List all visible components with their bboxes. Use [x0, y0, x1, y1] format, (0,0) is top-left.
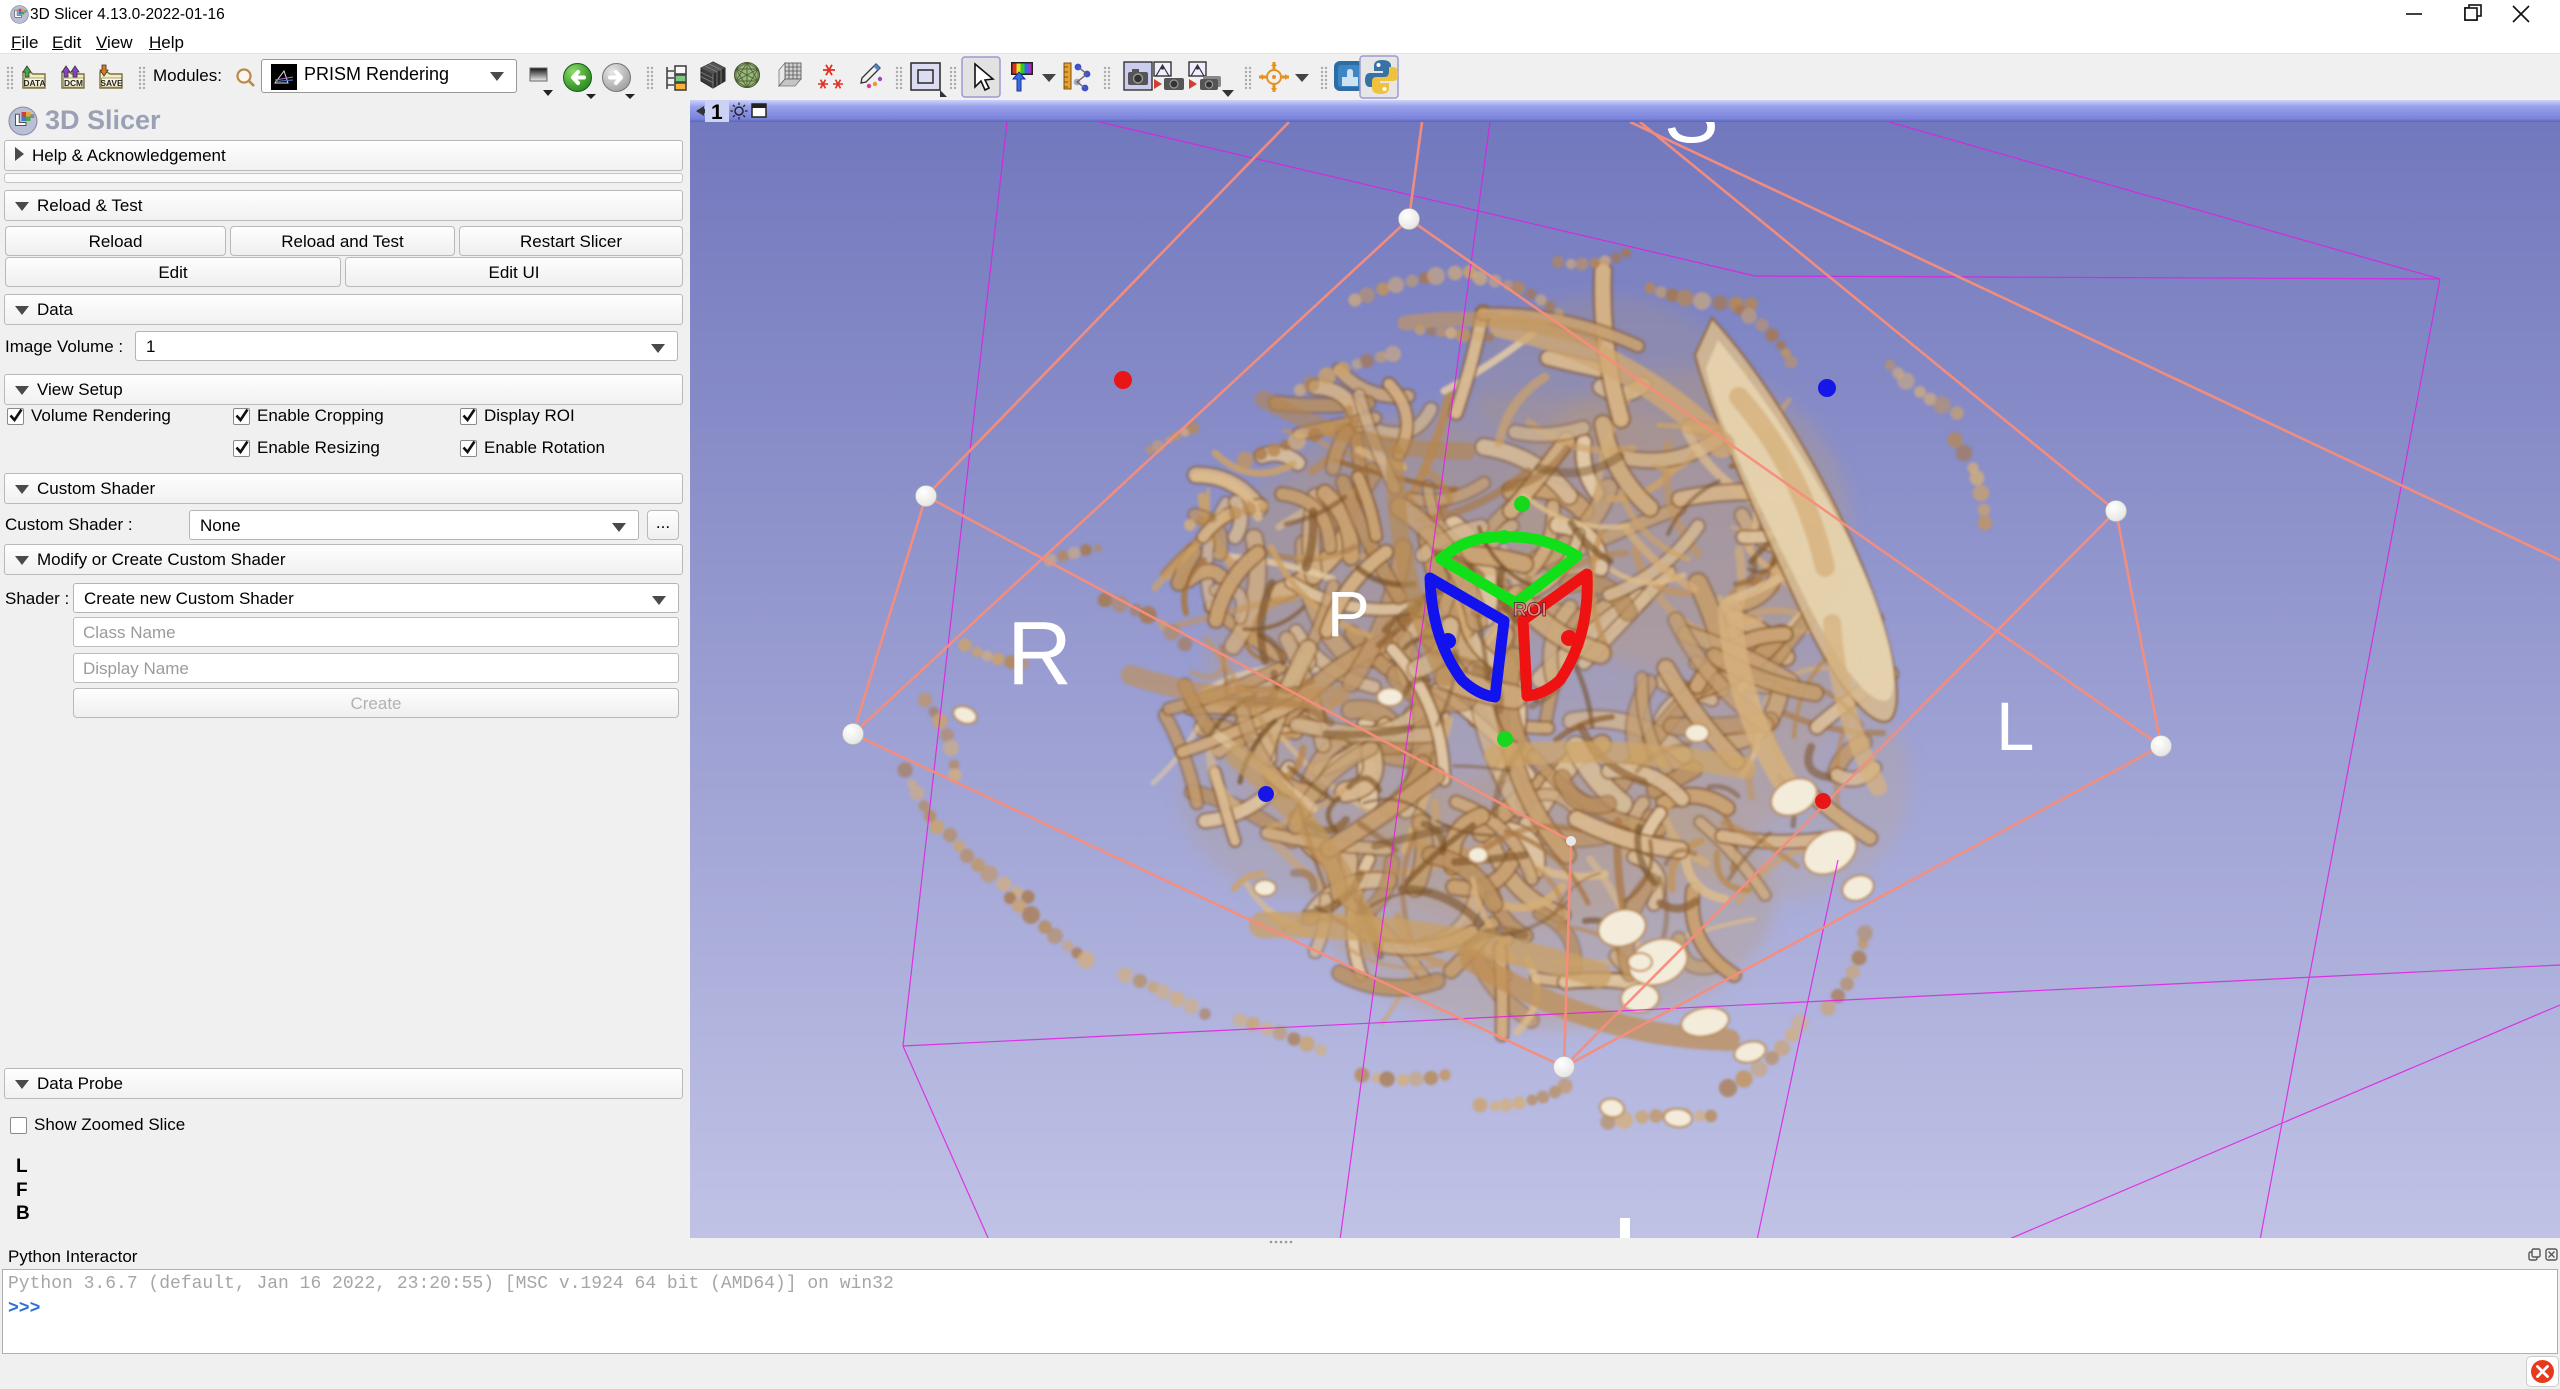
- svg-text:SAVE: SAVE: [100, 78, 123, 88]
- svg-text:R: R: [1007, 604, 1072, 704]
- svg-text:DCM: DCM: [64, 78, 83, 88]
- svg-text:ROI: ROI: [1513, 600, 1547, 621]
- svg-text:DATA: DATA: [23, 78, 45, 88]
- svg-text:P: P: [1327, 578, 1370, 650]
- svg-text:1: 1: [711, 101, 723, 124]
- svg-text:L: L: [1996, 688, 2034, 765]
